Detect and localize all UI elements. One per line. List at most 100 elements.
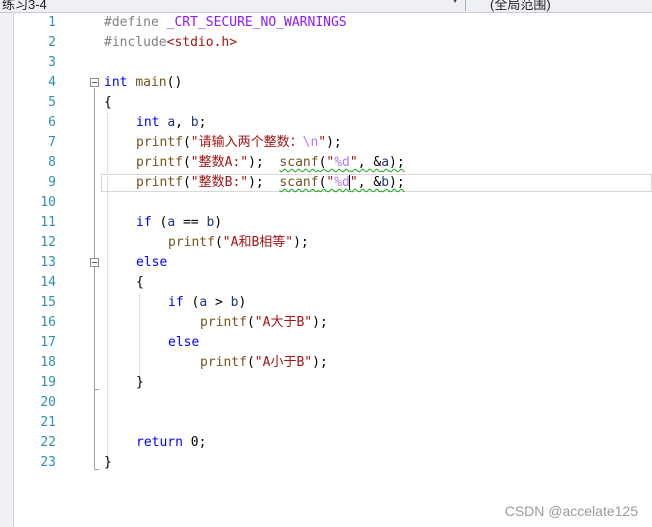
line-number: 13 xyxy=(40,255,56,270)
token: a xyxy=(167,115,176,130)
code-line-2[interactable]: #include<stdio.h> xyxy=(104,33,237,53)
code-line-19[interactable]: } xyxy=(136,373,144,393)
token: a xyxy=(167,215,176,230)
token: <stdio.h> xyxy=(166,35,238,50)
token: , & xyxy=(357,175,382,190)
token: ); xyxy=(326,135,342,150)
line-number: 19 xyxy=(40,375,56,390)
token: () xyxy=(166,75,183,90)
line-number: 6 xyxy=(48,115,56,130)
token: "请输入两个整数： xyxy=(190,135,303,150)
scope-dropdown[interactable]: (全局范围) xyxy=(476,0,652,12)
code-line-18[interactable]: printf("A小于B"); xyxy=(200,353,328,373)
line-number: 9 xyxy=(48,175,56,190)
token: "A和B相等" xyxy=(222,235,294,250)
code-line-17[interactable]: else xyxy=(168,333,199,353)
chevron-down-icon[interactable]: ▼ xyxy=(450,0,460,6)
token: " xyxy=(349,155,358,170)
token: , & xyxy=(357,155,382,170)
token: printf xyxy=(136,175,183,190)
token: == xyxy=(175,215,207,230)
code-line-12[interactable]: printf("A和B相等"); xyxy=(168,233,309,253)
token: #define xyxy=(104,15,167,30)
line-number: 4 xyxy=(48,75,56,90)
token: "整数B:" xyxy=(190,175,249,190)
token: int xyxy=(104,75,128,90)
token: a xyxy=(199,295,208,310)
token: %d xyxy=(334,155,350,170)
indent-guide xyxy=(107,113,108,471)
code-line-4[interactable]: int main() xyxy=(104,73,182,93)
token: printf xyxy=(168,235,215,250)
token: ( xyxy=(246,355,255,370)
token: if xyxy=(136,215,152,230)
outline-line xyxy=(94,268,95,389)
token: int xyxy=(136,115,160,130)
token: printf xyxy=(200,355,247,370)
code-line-6[interactable]: int a, b; xyxy=(136,113,206,133)
token: ) xyxy=(214,215,223,230)
code-line-11[interactable]: if (a == b) xyxy=(136,213,222,233)
code-line-15[interactable]: if (a > b) xyxy=(168,293,246,313)
code-line-22[interactable]: return 0; xyxy=(136,433,206,453)
line-number: 2 xyxy=(48,35,56,50)
code-line-16[interactable]: printf("A大于B"); xyxy=(200,313,328,333)
token: ); xyxy=(293,235,309,250)
token: { xyxy=(136,275,144,290)
code-line-14[interactable]: { xyxy=(136,273,144,293)
token: { xyxy=(104,95,112,110)
project-dropdown-label: 练习3-4 xyxy=(2,0,47,12)
token: scanf xyxy=(279,155,319,170)
token: printf xyxy=(136,155,183,170)
token: " xyxy=(349,175,358,190)
line-number: 20 xyxy=(40,395,56,410)
line-number: 23 xyxy=(40,455,56,470)
token: } xyxy=(136,375,144,390)
code-line-13[interactable]: else xyxy=(136,253,167,273)
token: main xyxy=(135,75,167,90)
token: ( xyxy=(246,315,255,330)
token: \n xyxy=(302,135,319,150)
token: ) xyxy=(238,295,247,310)
line-number: 12 xyxy=(40,235,56,250)
code-line-23[interactable]: } xyxy=(104,453,112,473)
token: } xyxy=(104,455,112,470)
token: printf xyxy=(200,315,247,330)
token: else xyxy=(168,335,200,350)
token: ); xyxy=(248,155,280,170)
code-line-1[interactable]: #define _CRT_SECURE_NO_WARNINGS xyxy=(104,13,347,33)
token: "整数A:" xyxy=(190,155,249,170)
code-line-5[interactable]: { xyxy=(104,93,112,113)
outline-end xyxy=(94,469,99,470)
line-number: 7 xyxy=(48,135,56,150)
line-number: 15 xyxy=(40,295,56,310)
token: else xyxy=(136,255,168,270)
token: 0; xyxy=(182,435,207,450)
token: scanf xyxy=(279,175,319,190)
project-dropdown[interactable]: 练习3-4 ▼ xyxy=(0,0,466,12)
token: if xyxy=(168,295,184,310)
line-number: 17 xyxy=(40,335,56,350)
editor-navigation-bar: 练习3-4 ▼ (全局范围) xyxy=(0,0,652,13)
token: ( xyxy=(151,215,168,230)
token: ); xyxy=(389,155,405,170)
code-line-9[interactable]: printf("整数B:"); scanf("%d", &b); xyxy=(136,173,405,193)
line-number: 10 xyxy=(40,195,56,210)
line-number-gutter: 1 2 3 4 5 6 7 8 9 10 11 12 13 14 15 16 1… xyxy=(14,13,104,527)
line-number: 3 xyxy=(48,55,56,70)
line-number: 5 xyxy=(48,95,56,110)
line-number: 14 xyxy=(40,275,56,290)
token: ( xyxy=(182,155,191,170)
token: ( xyxy=(182,175,191,190)
watermark: CSDN @accelate125 xyxy=(504,503,638,519)
code-line-8[interactable]: printf("整数A:"); scanf("%d", &a); xyxy=(136,153,405,173)
warning-squiggle: scanf("%d", &b); xyxy=(279,175,405,190)
outline-end xyxy=(94,389,99,390)
collapse-else-icon[interactable] xyxy=(90,258,99,267)
token: ); xyxy=(248,175,280,190)
code-line-7[interactable]: printf("请输入两个整数：\n"); xyxy=(136,133,342,153)
scope-dropdown-label: (全局范围) xyxy=(490,0,551,12)
token: _CRT_SECURE_NO_WARNINGS xyxy=(166,15,347,30)
line-number: 8 xyxy=(48,155,56,170)
collapse-main-icon[interactable] xyxy=(90,78,99,87)
